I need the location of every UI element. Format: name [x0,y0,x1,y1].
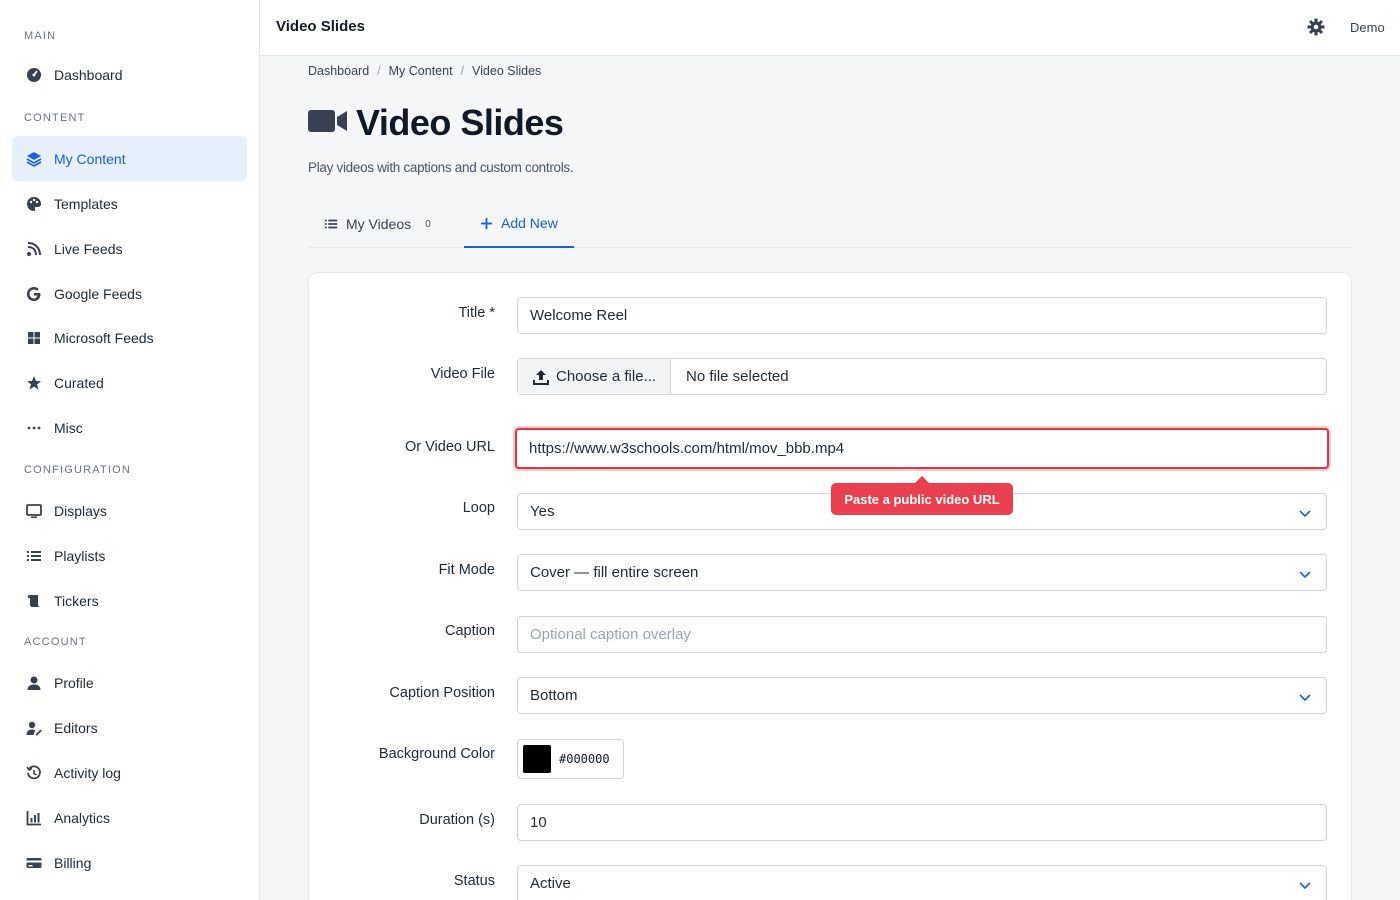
sidebar-item-tickers[interactable]: Tickers [12,578,247,623]
sidebar-item-live-feeds[interactable]: Live Feeds [12,226,247,271]
topbar-title: Video Slides [276,18,365,35]
chevron-down-icon [1299,882,1311,890]
layers-icon [24,149,44,169]
caption-position-label: Caption Position [389,685,495,701]
color-hex-value: #000000 [559,752,610,766]
breadcrumb-separator: / [460,64,465,78]
chevron-down-icon [1299,571,1311,579]
section-content: CONTENT [24,112,86,124]
sidebar-item-label: Tickers [54,592,99,609]
tab-my-videos[interactable]: My Videos 0 [324,200,431,248]
title-input[interactable]: Welcome Reel [517,297,1327,334]
fit-mode-label: Fit Mode [438,562,495,578]
satellite-icon [24,239,44,259]
sidebar-item-label: Editors [54,719,98,736]
video-url-label: Or Video URL [405,439,495,455]
page-subtitle: Play videos with captions and custom con… [308,160,574,175]
list-icon [324,217,338,231]
video-file-input[interactable]: Choose a file... No file selected [517,358,1327,395]
gear-icon[interactable] [1306,17,1326,37]
url-tooltip: Paste a public video URL [831,476,1013,515]
choose-file-label: Choose a file... [556,368,657,385]
video-camera-icon [308,107,356,140]
sidebar-item-label: Billing [54,854,92,871]
breadcrumb-dashboard[interactable]: Dashboard [308,64,369,78]
duration-label: Duration (s) [419,812,495,828]
scroll-icon [24,591,44,611]
file-status: No file selected [686,368,789,385]
section-main: MAIN [24,30,57,42]
breadcrumb-separator: / [377,64,381,78]
sidebar-item-my-content[interactable]: My Content [12,136,247,181]
tab-add-new[interactable]: Add New [464,200,574,248]
sidebar-item-label: Activity log [54,764,121,781]
video-url-input[interactable]: https://www.w3schools.com/html/mov_bbb.m… [515,428,1329,469]
user-edit-icon [24,718,44,738]
page-title: Video Slides [356,102,564,143]
google-icon [24,284,44,304]
chevron-down-icon [1299,694,1311,702]
breadcrumb-my-content[interactable]: My Content [389,64,453,78]
tab-label: Add New [501,215,558,231]
color-swatch[interactable] [523,745,551,773]
sidebar-item-editors[interactable]: Editors [12,705,247,750]
topbar: Video Slides Demo [260,0,1400,56]
sidebar-item-microsoft-feeds[interactable]: Microsoft Feeds [12,315,247,360]
plus-icon [480,217,493,230]
tab-label: My Videos [346,216,412,232]
title-label: Title * [458,305,495,321]
credit-card-icon [24,853,44,873]
section-configuration: CONFIGURATION [24,464,132,476]
sidebar-item-label: Microsoft Feeds [54,329,154,346]
breadcrumb: Dashboard / My Content / Video Slides [308,64,541,78]
page-header: Video Slides [308,102,564,144]
sidebar-item-dashboard[interactable]: Dashboard [12,52,247,97]
palette-icon [24,194,44,214]
background-color-picker[interactable]: #000000 [517,739,624,779]
background-color-label: Background Color [378,746,495,762]
loop-label: Loop [462,500,495,516]
status-value: Active [530,874,571,892]
caption-label: Caption [445,623,495,639]
status-label: Status [453,873,495,889]
windows-icon [24,328,44,348]
fit-mode-value: Cover — fill entire screen [530,564,699,581]
app-root: MAIN Dashboard CONTENT My Content Templa… [0,0,1400,900]
sidebar-item-label: Google Feeds [54,285,142,302]
status-select[interactable]: Active [517,865,1327,900]
video-file-label: Video File [430,366,495,382]
count-badge: 0 [425,218,431,230]
duration-input[interactable]: 10 [517,804,1327,841]
more-dots-icon [24,418,44,438]
user-menu[interactable]: Demo [1350,20,1385,35]
upload-icon [532,368,556,386]
sidebar-item-label: Misc [54,419,83,436]
sidebar-item-label: Dashboard [54,66,123,83]
caption-input[interactable]: Optional caption overlay [517,616,1327,653]
choose-file-button[interactable]: Choose a file... [518,359,671,394]
history-icon [24,763,44,783]
sidebar-item-label: Live Feeds [54,240,123,257]
fit-mode-select[interactable]: Cover — fill entire screen [517,554,1327,591]
breadcrumb-current: Video Slides [472,64,542,78]
sidebar-item-label: My Content [54,150,126,167]
tab-bar: My Videos 0 Add New [308,200,1352,248]
sidebar-item-templates[interactable]: Templates [12,181,247,226]
sidebar-item-label: Templates [54,195,118,212]
caption-position-value: Bottom [530,687,578,704]
caption-position-select[interactable]: Bottom [517,677,1327,714]
dashboard-icon [24,65,44,85]
loop-value: Yes [530,503,555,520]
chevron-down-icon [1299,510,1311,518]
